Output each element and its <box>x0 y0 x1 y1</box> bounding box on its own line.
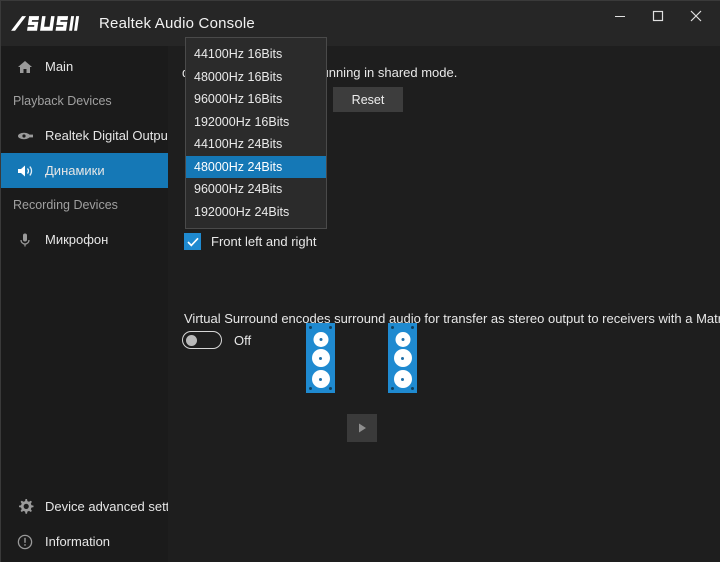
play-test-button[interactable] <box>347 414 377 442</box>
checkmark-icon <box>186 237 199 247</box>
maximize-icon <box>652 10 664 22</box>
dropdown-option-selected[interactable]: 48000Hz 24Bits <box>186 155 326 178</box>
dropdown-option[interactable]: 192000Hz 16Bits <box>186 111 326 134</box>
sidebar-section-playback: Playback Devices <box>13 94 112 108</box>
microphone-icon <box>13 230 37 250</box>
speaker-screw-dot <box>391 387 394 390</box>
sidebar-item-dinamiki[interactable]: Динамики <box>1 153 168 188</box>
speaker-screw-dot <box>329 387 332 390</box>
speaker-screw-dot <box>329 326 332 329</box>
audio-format-dropdown-list[interactable]: 44100Hz 16Bits 48000Hz 16Bits 96000Hz 16… <box>185 37 327 229</box>
virtual-surround-state-label: Off <box>234 332 252 348</box>
sidebar-item-realtek-digital-output[interactable]: Realtek Digital Output <box>1 118 172 153</box>
speaker-cone <box>393 370 412 388</box>
asus-logo <box>9 11 84 36</box>
speaker-screw-dot <box>309 326 312 329</box>
sidebar-item-information[interactable]: Information <box>1 524 168 559</box>
speaker-screw-dot <box>391 326 394 329</box>
dropdown-option[interactable]: 44100Hz 24Bits <box>186 133 326 156</box>
play-icon <box>359 423 366 433</box>
window-title: Realtek Audio Console <box>99 15 255 32</box>
sidebar-item-mikrofon[interactable]: Микрофон <box>1 222 168 257</box>
channel-config-row[interactable]: Front left and right <box>184 233 317 250</box>
speaker-cone <box>311 370 330 388</box>
virtual-surround-description: Virtual Surround encodes surround audio … <box>184 311 720 326</box>
speaker-cone <box>313 332 328 347</box>
sidebar-item-realtek-digital-output-label: Realtek Digital Output <box>45 128 172 143</box>
front-left-right-label: Front left and right <box>211 234 317 249</box>
speaker-icon <box>13 161 37 181</box>
dropdown-option[interactable]: 48000Hz 16Bits <box>186 66 326 89</box>
minimize-button[interactable] <box>601 1 639 31</box>
dropdown-option[interactable]: 44100Hz 16Bits <box>186 43 326 66</box>
front-left-right-checkbox[interactable] <box>184 233 201 250</box>
speaker-cone <box>311 349 330 367</box>
sidebar-item-main[interactable]: Main <box>1 49 168 84</box>
dropdown-option[interactable]: 192000Hz 24Bits <box>186 201 326 224</box>
info-icon <box>13 532 37 552</box>
speaker-screw-dot <box>309 387 312 390</box>
toggle-knob <box>186 335 197 346</box>
speaker-cone <box>393 349 412 367</box>
virtual-surround-toggle[interactable] <box>182 331 222 349</box>
close-icon <box>690 10 702 22</box>
maximize-button[interactable] <box>639 1 677 31</box>
close-button[interactable] <box>677 1 715 31</box>
speaker-right-icon[interactable] <box>388 323 417 393</box>
realtek-audio-console-window: Realtek Audio Console Main Playback Devi… <box>0 0 720 562</box>
home-icon <box>13 57 37 77</box>
sidebar-item-mikrofon-label: Микрофон <box>45 232 109 247</box>
sidebar-item-dinamiki-label: Динамики <box>45 163 105 178</box>
dropdown-option[interactable]: 96000Hz 16Bits <box>186 88 326 111</box>
dropdown-option[interactable]: 96000Hz 24Bits <box>186 178 326 201</box>
reset-button[interactable]: Reset <box>333 87 403 112</box>
sidebar: Main Playback Devices Realtek Digital Ou… <box>1 46 193 562</box>
speaker-screw-dot <box>411 326 414 329</box>
spdif-icon <box>13 126 37 146</box>
title-bar: Realtek Audio Console <box>1 1 720 46</box>
virtual-surround-toggle-row[interactable]: Off <box>182 331 251 349</box>
minimize-icon <box>615 16 625 17</box>
sidebar-item-main-label: Main <box>45 59 74 74</box>
sidebar-section-recording: Recording Devices <box>13 198 118 212</box>
speaker-left-icon[interactable] <box>306 323 335 393</box>
sidebar-item-information-label: Information <box>45 534 111 549</box>
gear-icon <box>13 497 37 517</box>
speaker-screw-dot <box>411 387 414 390</box>
sidebar-item-device-advanced-settings[interactable]: Device advanced settings <box>1 489 193 524</box>
speaker-cone <box>395 332 410 347</box>
